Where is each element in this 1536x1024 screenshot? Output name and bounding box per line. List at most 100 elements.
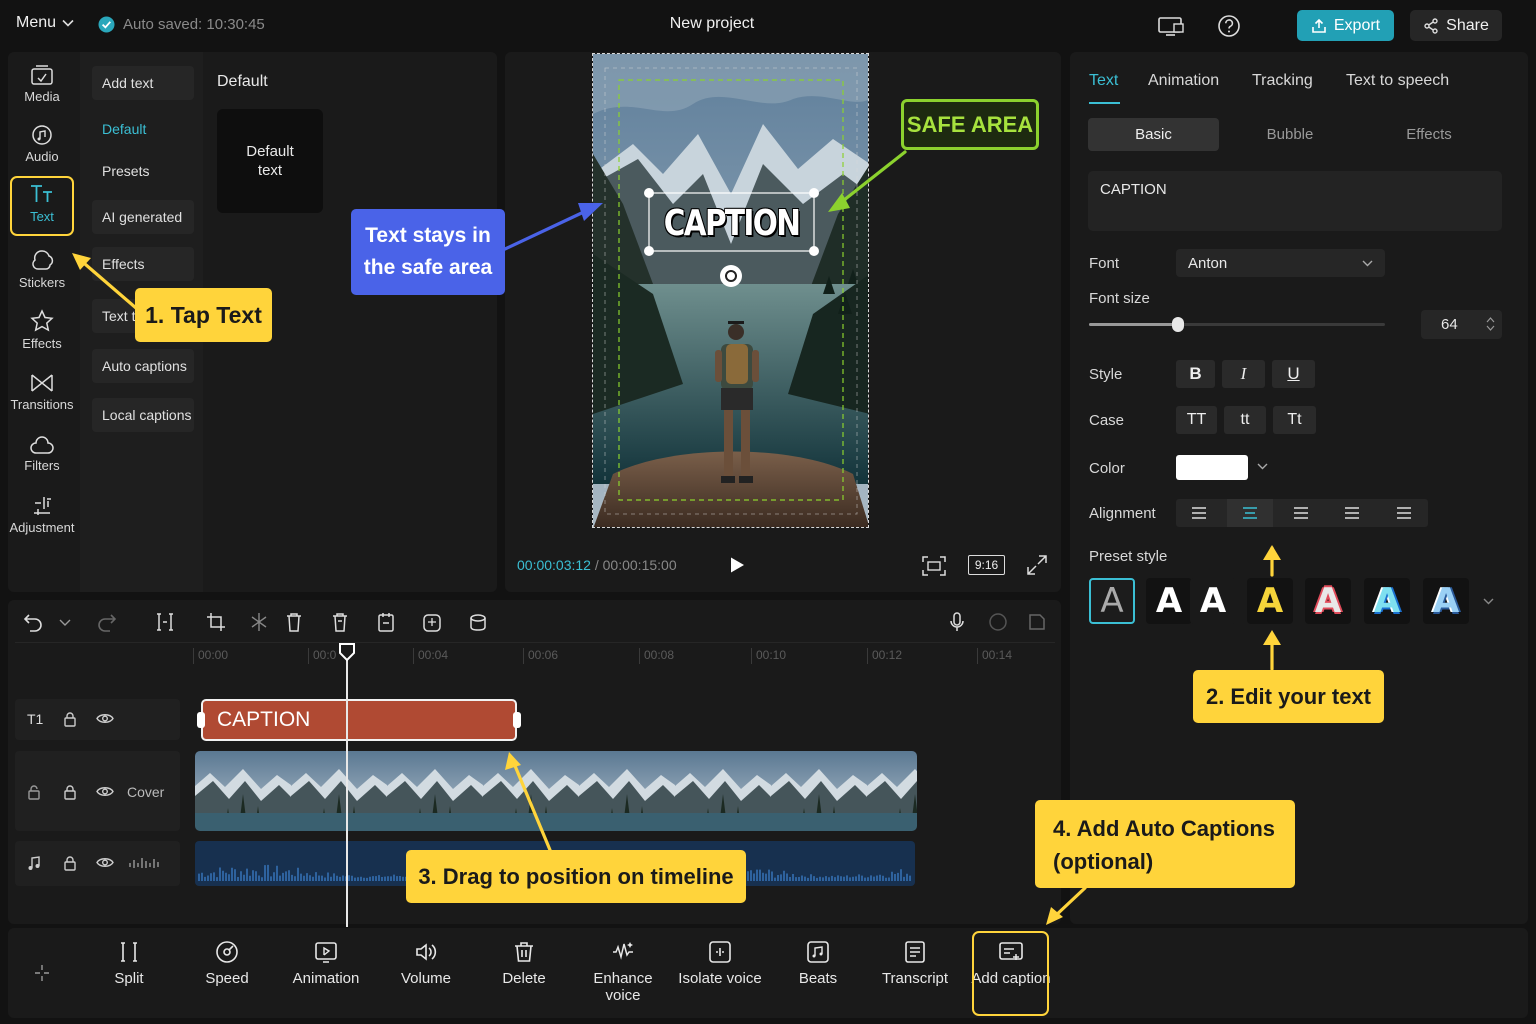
chevron-down-icon[interactable] [1483, 598, 1494, 605]
subtab-bar: Basic Bubble Effects [1088, 118, 1502, 151]
align-left-icon[interactable] [1190, 505, 1208, 521]
tab-text-to-speech[interactable]: Text to speech [1346, 72, 1449, 90]
text-track-label: T1 [27, 711, 44, 727]
volume-button[interactable]: Volume [381, 940, 471, 987]
preset-style-1[interactable]: A [1089, 578, 1135, 624]
clip-handle-left[interactable] [197, 712, 205, 728]
undo-icon[interactable] [22, 611, 44, 633]
video-preview[interactable]: CAPTION [592, 53, 869, 528]
nav-item-effects[interactable]: Effects [8, 309, 76, 351]
playhead-handle[interactable] [338, 642, 356, 662]
case-lower-button[interactable]: tt [1224, 406, 1266, 434]
play-icon[interactable] [728, 556, 746, 574]
animation-button[interactable]: Animation [281, 940, 371, 987]
nav-item-adjustment[interactable]: Adjustment [8, 495, 76, 535]
chevron-down-icon[interactable] [58, 611, 72, 633]
align-center-icon[interactable] [1241, 505, 1259, 521]
text-input[interactable]: CAPTION [1088, 171, 1502, 231]
speed-button[interactable]: Speed [182, 940, 272, 987]
eye-icon[interactable] [96, 856, 114, 869]
stepper-icon[interactable] [1486, 316, 1495, 332]
aspect-ratio-button[interactable]: 9:16 [968, 555, 1005, 575]
video-clip[interactable] [195, 751, 917, 831]
italic-button[interactable]: I [1222, 360, 1265, 388]
isolate-voice-button[interactable]: Isolate voice [675, 940, 765, 987]
font-size-slider[interactable] [1089, 317, 1385, 332]
redo-icon[interactable] [96, 611, 118, 633]
submenu-ai-generated[interactable]: AI generated [92, 200, 194, 234]
delete-button[interactable]: Delete [479, 940, 569, 987]
tab-tracking[interactable]: Tracking [1252, 72, 1313, 90]
nav-item-audio[interactable]: Audio [8, 124, 76, 164]
share-button[interactable]: Share [1410, 10, 1502, 41]
eye-icon[interactable] [96, 785, 114, 798]
nav-item-stickers[interactable]: Stickers [8, 248, 76, 290]
preset-style-3[interactable]: A [1190, 578, 1236, 624]
fullscreen-icon[interactable] [1026, 554, 1048, 576]
preset-style-4[interactable]: A [1247, 578, 1293, 624]
unlock-icon[interactable] [27, 784, 41, 800]
align-justify-icon[interactable] [1343, 505, 1361, 521]
tab-animation[interactable]: Animation [1148, 72, 1219, 90]
submenu-auto-captions[interactable]: Auto captions [92, 349, 194, 383]
beats-button[interactable]: Beats [773, 940, 863, 987]
align-right-icon[interactable] [1292, 505, 1310, 521]
audio-waveform-icon[interactable] [128, 855, 162, 871]
lock-icon[interactable] [63, 855, 77, 871]
split-button[interactable]: Split [84, 940, 174, 987]
sparkle-icon[interactable] [33, 963, 51, 983]
cover-label[interactable]: Cover [127, 784, 164, 800]
rotate-icon[interactable] [467, 611, 489, 633]
monitor-icon[interactable] [1157, 14, 1185, 38]
case-upper-button[interactable]: TT [1176, 406, 1217, 434]
preset-style-7[interactable]: A [1423, 578, 1469, 624]
subtab-effects[interactable]: Effects [1364, 118, 1494, 151]
nav-item-media[interactable]: Media [8, 64, 76, 104]
crop-icon[interactable] [205, 611, 227, 633]
preset-style-6[interactable]: A [1364, 578, 1410, 624]
link-icon[interactable] [987, 611, 1009, 633]
subtab-basic[interactable]: Basic [1088, 118, 1219, 151]
playhead[interactable] [346, 645, 348, 927]
submenu-effects[interactable]: Effects [92, 247, 194, 281]
caption-overlay[interactable]: CAPTION [664, 197, 801, 249]
nav-item-filters[interactable]: Filters [8, 433, 76, 473]
chevron-down-icon[interactable] [1257, 463, 1268, 470]
nav-item-transitions[interactable]: Transitions [8, 372, 76, 412]
fit-screen-icon[interactable] [921, 555, 947, 577]
transcript-button[interactable]: Transcript [870, 940, 960, 987]
font-size-input[interactable]: 64 [1421, 310, 1502, 339]
mark-icon[interactable] [375, 611, 397, 633]
submenu-add-text[interactable]: Add text [92, 66, 194, 100]
tab-text[interactable]: Text [1089, 72, 1118, 90]
help-icon[interactable] [1215, 14, 1243, 38]
preset-style-2[interactable]: A [1146, 578, 1192, 624]
delete-right-icon[interactable] [329, 611, 351, 633]
slider-knob[interactable] [1171, 317, 1184, 332]
eye-icon[interactable] [96, 712, 114, 725]
microphone-icon[interactable] [946, 611, 968, 633]
subtab-bubble[interactable]: Bubble [1226, 118, 1354, 151]
enhance-voice-button[interactable]: Enhance voice [578, 940, 668, 1004]
underline-button[interactable]: U [1272, 360, 1315, 388]
submenu-default[interactable]: Default [92, 112, 194, 146]
split-tool-icon[interactable] [154, 611, 176, 633]
lock-icon[interactable] [63, 784, 77, 800]
submenu-local-captions[interactable]: Local captions [92, 398, 194, 432]
preset-style-5[interactable]: A [1305, 578, 1351, 624]
case-title-button[interactable]: Tt [1273, 406, 1316, 434]
freeze-icon[interactable] [248, 611, 270, 633]
export-button[interactable]: Export [1297, 10, 1394, 41]
submenu-presets[interactable]: Presets [92, 154, 194, 188]
delete-left-icon[interactable] [283, 611, 305, 633]
caption-clip[interactable]: CAPTION [201, 699, 517, 741]
font-select[interactable]: Anton [1176, 249, 1385, 277]
preview-axis-icon[interactable] [1026, 611, 1048, 633]
clip-handle-right[interactable] [513, 712, 521, 728]
default-text-card[interactable]: Default text [217, 109, 323, 213]
bold-button[interactable]: B [1176, 360, 1215, 388]
align-distributed-icon[interactable] [1395, 505, 1413, 521]
lock-icon[interactable] [63, 711, 77, 727]
mirror-icon[interactable] [421, 611, 443, 633]
color-swatch[interactable] [1176, 455, 1248, 480]
